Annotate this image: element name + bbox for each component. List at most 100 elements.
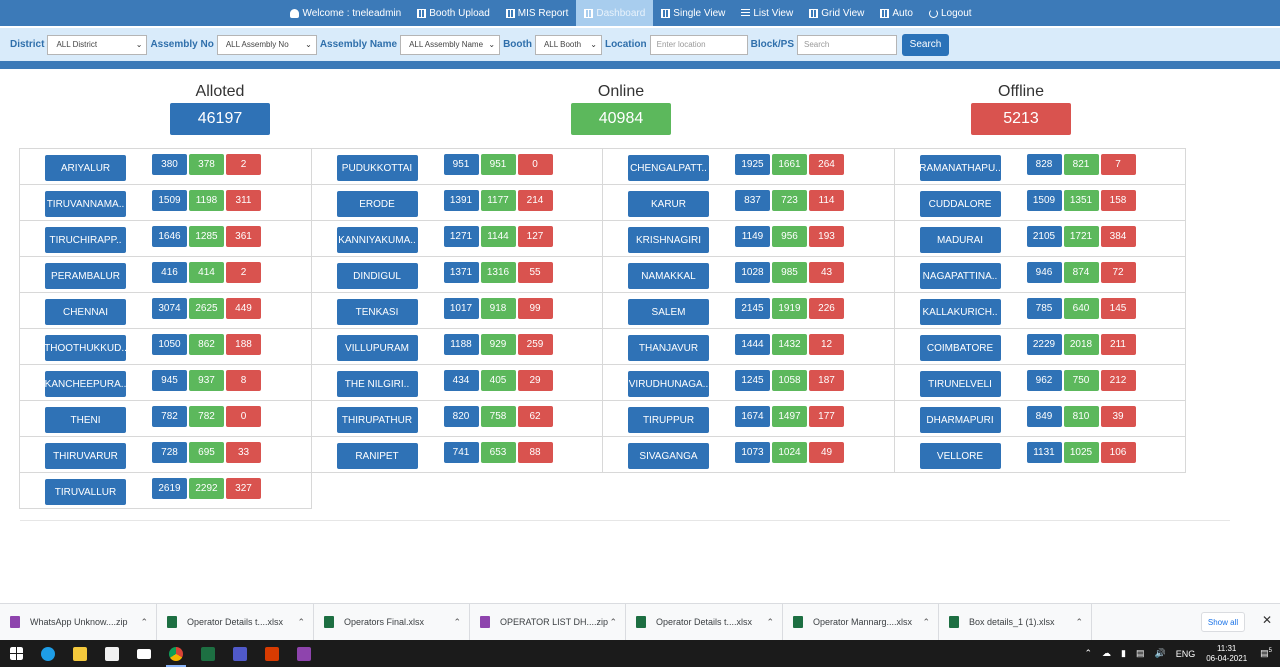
district-name-button[interactable]: TIRUVALLUR	[45, 479, 126, 505]
offline-count: 226	[809, 298, 844, 319]
district-name-button[interactable]: NAMAKKAL	[628, 263, 709, 289]
district-name-button[interactable]: ERODE	[336, 191, 418, 217]
district-name-button[interactable]: THENI	[45, 407, 126, 433]
district-name-button[interactable]: NAGAPATTINA..	[919, 263, 1001, 289]
nav-item-dashboard[interactable]: Dashboard	[576, 0, 654, 26]
district-name-button[interactable]: THANJAVUR	[628, 335, 709, 361]
district-name-button[interactable]: MADURAI	[919, 227, 1001, 253]
district-name-button[interactable]: COIMBATORE	[919, 335, 1001, 361]
allotted-count: 1271	[443, 226, 479, 247]
district-name-button[interactable]: TIRUNELVELI	[919, 371, 1001, 397]
booth-select[interactable]: ALL Booth ⌄	[534, 34, 602, 55]
chrome-icon[interactable]	[160, 640, 192, 667]
nav-item-label: Grid View	[821, 7, 865, 19]
chevron-up-icon[interactable]: ⌃	[140, 617, 148, 628]
district-name-button[interactable]: THIRUVARUR	[45, 443, 126, 469]
edge-icon[interactable]	[32, 640, 64, 667]
volume-icon[interactable]: 🔊	[1154, 648, 1165, 659]
nav-item-booth-upload[interactable]: Booth Upload	[409, 0, 498, 26]
district-name-button[interactable]: KANCHEEPURA..	[45, 371, 126, 397]
district-name-button[interactable]: DINDIGUL	[336, 263, 418, 289]
district-name-button[interactable]: TIRUPPUR	[628, 407, 709, 433]
district-name-button[interactable]: CHENNAI	[45, 299, 126, 325]
file-explorer-icon[interactable]	[64, 640, 96, 667]
district-name-button[interactable]: PERAMBALUR	[45, 263, 126, 289]
chevron-up-icon[interactable]: ⌃	[297, 617, 305, 628]
district-name-button[interactable]: DHARMAPURI	[919, 407, 1001, 433]
language-indicator[interactable]: ENG	[1176, 649, 1196, 659]
district-name-button[interactable]: TENKASI	[336, 299, 418, 325]
chevron-up-icon[interactable]: ⌃	[922, 617, 930, 628]
online-count: 1351	[1063, 190, 1099, 211]
district-name-button[interactable]: PUDUKKOTTAI	[336, 155, 418, 181]
show-all-button[interactable]: Show all	[1201, 612, 1245, 632]
download-item[interactable]: Box details_1 (1).xlsx ⌃	[939, 603, 1092, 641]
nav-item-mis-report[interactable]: MIS Report	[498, 0, 577, 26]
excel-file-icon	[167, 616, 177, 628]
chevron-up-icon[interactable]: ⌃	[766, 617, 774, 628]
cloud-icon[interactable]: ☁	[1102, 648, 1111, 659]
district-name-button[interactable]: KANNIYAKUMA..	[336, 227, 418, 253]
close-icon[interactable]: ✕	[1262, 613, 1272, 627]
district-name-button[interactable]: THE NILGIRI..	[336, 371, 418, 397]
district-name-button[interactable]: RANIPET	[336, 443, 418, 469]
download-item[interactable]: Operator Mannarg....xlsx ⌃	[783, 603, 939, 641]
teams-icon[interactable]	[224, 640, 256, 667]
chevron-up-icon[interactable]: ⌃	[1075, 617, 1083, 628]
district-name-button[interactable]: KARUR	[628, 191, 709, 217]
chevron-up-icon[interactable]: ⌃	[1084, 648, 1092, 659]
district-name-button[interactable]: VIRUDHUNAGA..	[628, 371, 709, 397]
download-item[interactable]: WhatsApp Unknow....zip ⌃	[0, 603, 157, 641]
assembly-name-select[interactable]: ALL Assembly Name ⌄	[400, 34, 501, 55]
chevron-up-icon[interactable]: ⌃	[453, 617, 461, 628]
location-input[interactable]: Enter location	[649, 34, 748, 55]
nav-item-list-view[interactable]: List View	[733, 0, 801, 26]
district-name-button[interactable]: CHENGALPATT..	[628, 155, 709, 181]
district-card: THENI 782 782 0	[19, 400, 312, 437]
district-select[interactable]: ALL District ⌄	[47, 34, 148, 55]
battery-icon[interactable]: ▮	[1121, 648, 1126, 659]
mail-icon[interactable]	[128, 640, 160, 667]
notification-icon[interactable]: ▤5	[1260, 648, 1272, 659]
online-count: 1432	[772, 334, 807, 355]
nav-item-welcome-tneleadmin[interactable]: Welcome : tneleadmin	[282, 0, 409, 26]
assembly-no-select[interactable]: ALL Assembly No ⌄	[216, 34, 317, 55]
archive-icon[interactable]	[288, 640, 320, 667]
clock[interactable]: 11:31 06-04-2021	[1206, 644, 1247, 664]
district-name-button[interactable]: ARIYALUR	[45, 155, 126, 181]
district-name-button[interactable]: TIRUCHIRAPP..	[45, 227, 126, 253]
offline-count: 384	[1100, 226, 1136, 247]
nav-item-logout[interactable]: Logout	[921, 0, 980, 26]
download-item[interactable]: Operator Details t....xlsx ⌃	[157, 603, 314, 641]
district-name-button[interactable]: RAMANATHAPU..	[919, 155, 1001, 181]
district-name-button[interactable]: CUDDALORE	[919, 191, 1001, 217]
download-item[interactable]: Operator Details t....xlsx ⌃	[626, 603, 783, 641]
windows-start-icon[interactable]	[0, 640, 32, 667]
district-name-button[interactable]: THOOTHUKKUD..	[45, 335, 126, 361]
block-ps-search-input[interactable]: Search	[797, 34, 897, 55]
district-name-button[interactable]: THIRUPATHUR	[336, 407, 418, 433]
online-count: 640	[1063, 298, 1099, 319]
district-name-button[interactable]: TIRUVANNAMA..	[45, 191, 126, 217]
district-name-button[interactable]: VILLUPURAM	[336, 335, 418, 361]
pdf-icon[interactable]	[256, 640, 288, 667]
offline-count: 361	[226, 226, 261, 247]
district-card: KRISHNAGIRI 1149 956 193	[602, 220, 895, 257]
chevron-up-icon[interactable]: ⌃	[609, 617, 617, 628]
network-icon[interactable]: ▤	[1136, 648, 1145, 659]
download-item[interactable]: OPERATOR LIST DH....zip ⌃	[470, 603, 626, 641]
download-item[interactable]: Operators Final.xlsx ⌃	[314, 603, 470, 641]
search-button[interactable]: Search	[902, 33, 949, 56]
district-name-button[interactable]: SALEM	[628, 299, 709, 325]
store-icon[interactable]	[96, 640, 128, 667]
offline-label: Offline	[998, 83, 1044, 100]
online-count: 378	[189, 154, 224, 175]
district-name-button[interactable]: KALLAKURICH..	[919, 299, 1001, 325]
nav-item-auto[interactable]: Auto	[872, 0, 921, 26]
district-name-button[interactable]: KRISHNAGIRI	[628, 227, 709, 253]
excel-icon[interactable]	[192, 640, 224, 667]
nav-item-single-view[interactable]: Single View	[653, 0, 733, 26]
district-name-button[interactable]: SIVAGANGA	[628, 443, 709, 469]
nav-item-grid-view[interactable]: Grid View	[801, 0, 872, 26]
district-name-button[interactable]: VELLORE	[919, 443, 1001, 469]
